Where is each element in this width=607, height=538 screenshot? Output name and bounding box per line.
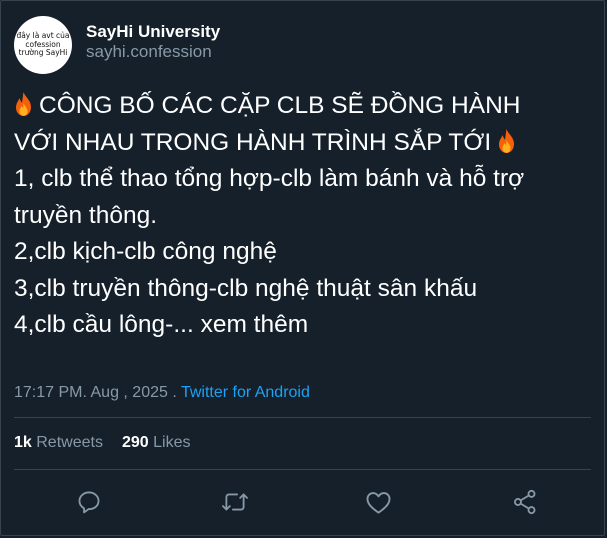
tweet-line: truyền thông.: [14, 201, 158, 229]
reply-button[interactable]: [75, 488, 103, 516]
engagement-stats: 1k Retweets 290 Likes: [14, 434, 190, 452]
fire-icon: [14, 91, 33, 117]
like-button[interactable]: [364, 488, 392, 516]
likes-stat[interactable]: 290 Likes: [122, 434, 191, 451]
tweet-line: CÔNG BỐ CÁC CẶP CLB SẼ ĐỒNG HÀNH: [14, 88, 599, 125]
likes-label: Likes: [153, 434, 191, 451]
timestamp[interactable]: 17:17 PM. Aug , 2025 .: [14, 384, 177, 401]
tweet-line-text: VỚI NHAU TRONG HÀNH TRÌNH SẮP TỚI: [14, 128, 492, 156]
share-button[interactable]: [511, 488, 539, 516]
retweets-label: Retweets: [36, 434, 103, 451]
share-icon: [514, 489, 536, 515]
avatar-text-line: trường SayHi: [18, 48, 68, 58]
display-name[interactable]: SayHi University: [86, 22, 220, 42]
tweet-line: 1, clb thể thao tổng hợp-clb làm bánh và…: [14, 165, 525, 192]
avatar[interactable]: đây là avt của cofession trường SayHi: [14, 16, 72, 74]
tweet-line: 4,clb cầu lông-... xem thêm: [14, 311, 309, 338]
tweet-text: CÔNG BỐ CÁC CẶP CLB SẼ ĐỒNG HÀNH VỚI NHA…: [14, 88, 599, 344]
retweet-icon: [222, 493, 248, 511]
source-link[interactable]: Twitter for Android: [181, 384, 310, 401]
retweet-button[interactable]: [221, 488, 249, 516]
tweet-line-text: CÔNG BỐ CÁC CẶP CLB SẼ ĐỒNG HÀNH: [39, 92, 521, 119]
likes-count: 290: [121, 434, 149, 451]
tweet-card: đây là avt của cofession trường SayHi Sa…: [0, 0, 605, 536]
retweets-stat[interactable]: 1k Retweets: [14, 434, 103, 451]
reply-icon: [78, 491, 100, 514]
tweet-meta: 17:17 PM. Aug , 2025 . Twitter for Andro…: [14, 384, 310, 402]
like-icon: [366, 491, 390, 514]
tweet-line: 3,clb truyền thông-clb nghệ thuật sân kh…: [14, 274, 478, 302]
fire-icon: [497, 128, 516, 154]
tweet-line: 2,clb kịch-clb công nghệ: [14, 238, 277, 265]
account-handle[interactable]: sayhi.confession: [86, 42, 212, 62]
tweet-line: VỚI NHAU TRONG HÀNH TRÌNH SẮP TỚI: [14, 125, 599, 162]
divider: [14, 469, 591, 470]
divider: [14, 417, 591, 418]
retweets-count: 1k: [14, 434, 32, 451]
